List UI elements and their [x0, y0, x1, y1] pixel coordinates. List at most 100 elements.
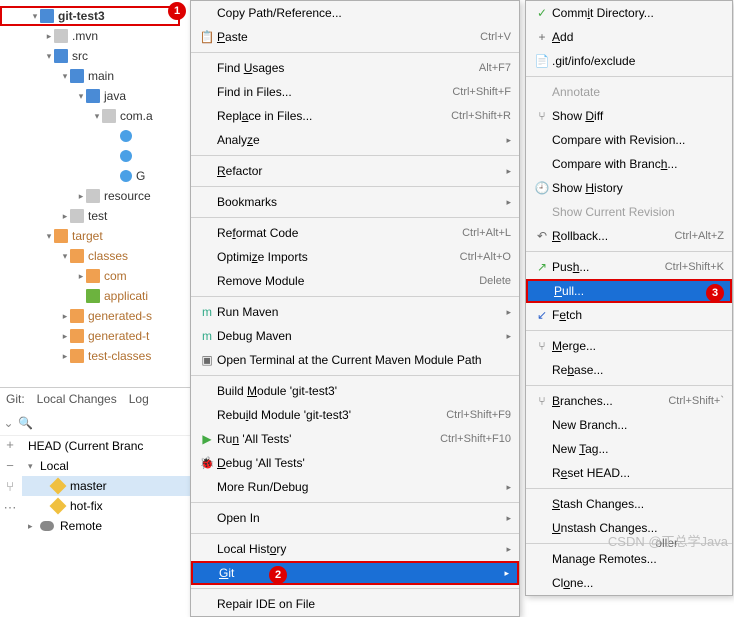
- menu-open-in[interactable]: Open In▸: [191, 506, 519, 530]
- branch-label: hot-fix: [70, 499, 103, 513]
- tree-label: generated-s: [88, 309, 152, 323]
- menu-reset-head[interactable]: Reset HEAD...: [526, 461, 732, 485]
- menu-new-branch[interactable]: New Branch...: [526, 413, 732, 437]
- menu-local-history[interactable]: Local History▸: [191, 537, 519, 561]
- tree-item[interactable]: ▸test-classes: [0, 346, 180, 366]
- menu-fetch[interactable]: ↙Fetch: [526, 303, 732, 327]
- menu-pull[interactable]: Pull...3: [526, 279, 732, 303]
- chevron-down-icon: ▾: [76, 91, 86, 102]
- menu-bookmarks[interactable]: Bookmarks▸: [191, 190, 519, 214]
- menu-more-run[interactable]: More Run/Debug▸: [191, 475, 519, 499]
- git-local-row[interactable]: ▾Local: [22, 456, 195, 476]
- more-icon[interactable]: ⋯: [4, 500, 17, 516]
- tree-item[interactable]: ▸generated-t: [0, 326, 180, 346]
- git-branch-master[interactable]: master: [22, 476, 195, 496]
- tree-item[interactable]: G: [0, 166, 180, 186]
- menu-compare-revision[interactable]: Compare with Revision...: [526, 128, 732, 152]
- menu-rebase[interactable]: Rebase...: [526, 358, 732, 382]
- menu-open-terminal[interactable]: ▣Open Terminal at the Current Maven Modu…: [191, 348, 519, 372]
- menu-reformat-code[interactable]: Reformat CodeCtrl+Alt+L: [191, 221, 519, 245]
- tree-item[interactable]: ▾classes: [0, 246, 180, 266]
- tree-item[interactable]: ▸resource: [0, 186, 180, 206]
- menu-git[interactable]: Git2▸: [191, 561, 519, 585]
- menu-new-tag[interactable]: New Tag...: [526, 437, 732, 461]
- tab-log[interactable]: Log: [129, 392, 149, 406]
- tree-item[interactable]: ▾java: [0, 86, 180, 106]
- menu-run-tests[interactable]: ▶Run 'All Tests'Ctrl+Shift+F10: [191, 427, 519, 451]
- git-side-buttons: + − ⑂ ⋯: [0, 437, 20, 516]
- menu-branches[interactable]: ⑂Branches...Ctrl+Shift+`: [526, 389, 732, 413]
- menu-copy-path[interactable]: Copy Path/Reference...: [191, 1, 519, 25]
- badge-2: 2: [269, 566, 287, 584]
- tree-item[interactable]: ▸generated-s: [0, 306, 180, 326]
- tree-item[interactable]: ▸test: [0, 206, 180, 226]
- menu-merge[interactable]: ⑂Merge...: [526, 334, 732, 358]
- tree-item[interactable]: [0, 146, 180, 166]
- menu-manage-remotes[interactable]: Manage Remotes...: [526, 547, 732, 571]
- menu-separator: [191, 375, 519, 376]
- menu-push[interactable]: ↗Push...Ctrl+Shift+K: [526, 255, 732, 279]
- menu-separator: [191, 186, 519, 187]
- shortcut: Ctrl+Alt+L: [442, 227, 511, 239]
- menu-stash[interactable]: Stash Changes...: [526, 492, 732, 516]
- menu-rebuild-module[interactable]: Rebuild Module 'git-test3'Ctrl+Shift+F9: [191, 403, 519, 427]
- git-search-row: ⌄ 🔍: [0, 410, 195, 436]
- git-branch-hotfix[interactable]: hot-fix: [22, 496, 195, 516]
- menu-compare-branch[interactable]: Compare with Branch...: [526, 152, 732, 176]
- git-panel-header: Git: Local Changes Log: [0, 388, 195, 410]
- menu-analyze[interactable]: Analyze▸: [191, 128, 519, 152]
- menu-clone[interactable]: Clone...: [526, 571, 732, 595]
- branch-icon[interactable]: ⑂: [6, 479, 14, 494]
- menu-paste[interactable]: 📋PasteCtrl+V: [191, 25, 519, 49]
- menu-debug-tests[interactable]: 🐞Debug 'All Tests': [191, 451, 519, 475]
- menu-optimize-imports[interactable]: Optimize ImportsCtrl+Alt+O: [191, 245, 519, 269]
- tree-item[interactable]: applicati: [0, 286, 180, 306]
- tree-item[interactable]: [0, 126, 180, 146]
- menu-run-maven[interactable]: mRun Maven▸: [191, 300, 519, 324]
- chevron-down-icon[interactable]: ⌄: [0, 416, 17, 430]
- menu-replace-in-files[interactable]: Replace in Files...Ctrl+Shift+R: [191, 104, 519, 128]
- minus-icon[interactable]: −: [6, 458, 14, 473]
- cloud-icon: [40, 521, 54, 531]
- badge-1: 1: [168, 2, 186, 20]
- tree-item[interactable]: ▾main: [0, 66, 180, 86]
- chevron-down-icon: ▾: [60, 71, 70, 82]
- class-icon: [120, 170, 132, 182]
- menu-find-in-files[interactable]: Find in Files...Ctrl+Shift+F: [191, 80, 519, 104]
- tree-item[interactable]: ▾com.a: [0, 106, 180, 126]
- package-icon: [102, 109, 116, 123]
- menu-separator: [526, 76, 732, 77]
- tree-label: test: [88, 209, 107, 223]
- badge-3: 3: [706, 284, 724, 302]
- git-remote-row[interactable]: ▸Remote: [22, 516, 195, 536]
- folder-icon: [70, 309, 84, 323]
- tree-item[interactable]: ▸.mvn: [0, 26, 180, 46]
- tab-local-changes[interactable]: Local Changes: [37, 392, 117, 406]
- menu-show-history[interactable]: 🕘Show History: [526, 176, 732, 200]
- menu-add[interactable]: +Add: [526, 25, 732, 49]
- menu-separator: [191, 533, 519, 534]
- menu-repair-ide[interactable]: Repair IDE on File: [191, 592, 519, 616]
- tree-item[interactable]: ▸com: [0, 266, 180, 286]
- chevron-right-icon: ▸: [76, 271, 86, 282]
- paste-icon: 📋: [197, 30, 217, 44]
- context-menu-main: Copy Path/Reference... 📋PasteCtrl+V Find…: [190, 0, 520, 617]
- menu-git-info-exclude[interactable]: 📄.git/info/exclude: [526, 49, 732, 73]
- menu-find-usages[interactable]: Find UsagesAlt+F7: [191, 56, 519, 80]
- menu-rollback[interactable]: ↶Rollback...Ctrl+Alt+Z: [526, 224, 732, 248]
- menu-build-module[interactable]: Build Module 'git-test3': [191, 379, 519, 403]
- commit-icon: ✓: [532, 6, 552, 20]
- menu-debug-maven[interactable]: mDebug Maven▸: [191, 324, 519, 348]
- plus-icon[interactable]: +: [6, 437, 14, 452]
- tree-item[interactable]: ▾target: [0, 226, 180, 246]
- folder-icon: [54, 29, 68, 43]
- tree-root[interactable]: ▾ git-test3 1: [0, 6, 180, 26]
- git-head-row[interactable]: HEAD (Current Branc: [22, 436, 195, 456]
- search-icon[interactable]: 🔍: [17, 416, 34, 430]
- menu-refactor[interactable]: Refactor▸: [191, 159, 519, 183]
- menu-commit-directory[interactable]: ✓Commit Directory...: [526, 1, 732, 25]
- git-search-input[interactable]: [34, 413, 195, 433]
- menu-show-diff[interactable]: ⑂Show Diff: [526, 104, 732, 128]
- menu-remove-module[interactable]: Remove ModuleDelete: [191, 269, 519, 293]
- tree-item[interactable]: ▾src: [0, 46, 180, 66]
